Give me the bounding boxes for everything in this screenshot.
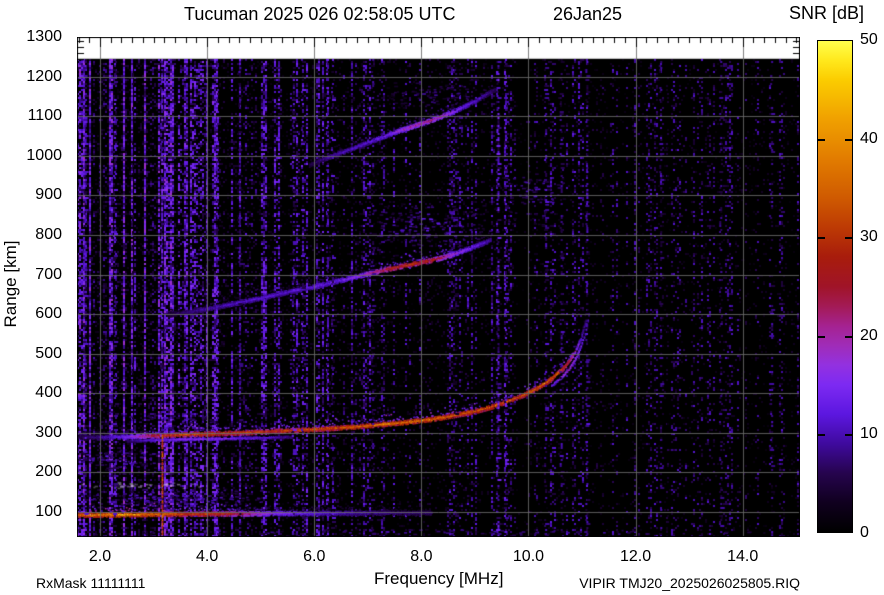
colorbar-tick-mark xyxy=(818,434,825,437)
plot-title: Tucuman 2025 026 02:58:05 UTC xyxy=(184,4,456,24)
colorbar-tick-label: 40 xyxy=(860,129,878,147)
colorbar-tick-mark xyxy=(845,434,852,437)
x-tick-label: 8.0 xyxy=(410,548,433,565)
x-axis-title: Frequency [MHz] xyxy=(374,569,504,588)
colorbar-tick-label: 10 xyxy=(860,425,878,443)
y-tick-label: 1100 xyxy=(27,107,62,125)
y-tick-label: 1000 xyxy=(26,146,62,164)
colorbar-tick-label: 0 xyxy=(860,524,869,541)
colorbar-tick-label: 50 xyxy=(860,31,878,48)
colorbar-tick-mark xyxy=(845,335,852,338)
ionogram-view: Tucuman 2025 026 02:58:05 UTC 26Jan25 SN… xyxy=(0,0,884,595)
ionogram-plot-area xyxy=(77,37,800,537)
colorbar-title: SNR [dB] xyxy=(789,3,865,23)
colorbar-tick-mark xyxy=(818,138,825,141)
ionogram-canvas xyxy=(77,37,800,537)
x-tick-label: 12.0 xyxy=(620,548,652,565)
y-tick-label: 1300 xyxy=(26,28,62,45)
y-tick-label: 500 xyxy=(35,344,62,362)
x-tick-label: 2.0 xyxy=(88,548,112,565)
y-tick-label: 200 xyxy=(35,463,62,481)
y-tick-label: 300 xyxy=(35,423,62,441)
x-tick-label: 4.0 xyxy=(196,548,219,565)
y-tick-label: 400 xyxy=(35,384,62,402)
colorbar-gradient xyxy=(818,41,852,532)
colorbar-tick-label: 20 xyxy=(860,326,878,344)
y-axis-title: Range [km] xyxy=(1,240,20,328)
y-tick-label: 1200 xyxy=(26,67,62,85)
x-tick-label: 10.0 xyxy=(512,548,545,565)
plot-date: 26Jan25 xyxy=(553,4,623,24)
colorbar-tick-mark xyxy=(818,237,825,240)
y-tick-label: 100 xyxy=(35,503,62,521)
snr-colorbar xyxy=(817,40,853,533)
colorbar-tick-mark xyxy=(818,335,825,338)
colorbar-tick-mark xyxy=(845,138,852,141)
colorbar-tick-mark xyxy=(845,237,852,240)
colorbar-tick-label: 30 xyxy=(860,228,878,246)
y-tick-label: 900 xyxy=(35,186,62,204)
x-tick-label: 14.0 xyxy=(727,548,759,565)
x-tick-label: 6.0 xyxy=(303,548,326,565)
data-file-label: VIPIR TMJ20_2025026025805.RIQ xyxy=(579,575,800,591)
rx-mask-label: RxMask 11111111 xyxy=(36,575,146,591)
